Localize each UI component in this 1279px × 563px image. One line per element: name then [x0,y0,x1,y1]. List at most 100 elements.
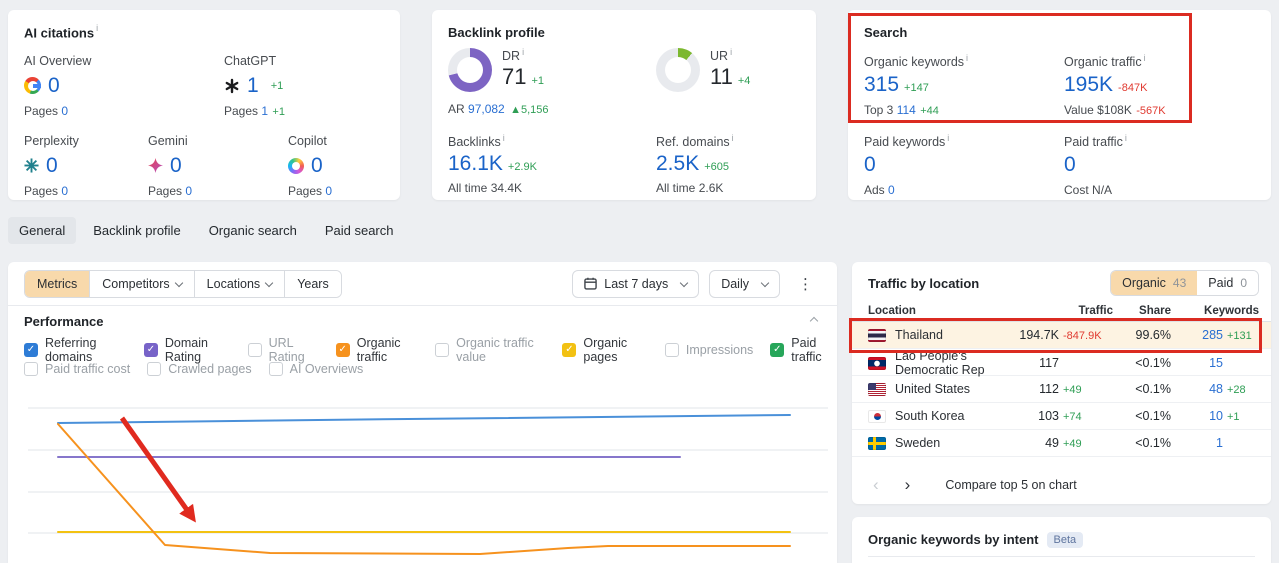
info-icon[interactable]: i [522,47,524,57]
ref-domains-value[interactable]: 2.5K [656,152,699,175]
metrics-button[interactable]: Metrics [25,270,90,297]
toggle-organic[interactable]: Organic 43 [1111,271,1198,295]
backlinks-delta: +2.9K [507,161,537,174]
stat-value[interactable]: 0 [46,154,58,177]
search-title: Search [864,25,908,40]
metric-checkbox-organic-pages[interactable]: ✓ Organic pages [562,336,648,364]
ur-donut-chart [656,48,700,92]
ref-domains-stat: Ref. domains i 2.5K +605 All time 2.6K [656,133,734,196]
next-page-button[interactable]: › [896,474,920,495]
top3-value[interactable]: 114 [897,103,916,117]
metric-checkbox-impressions[interactable]: Impressions [664,343,753,357]
tab-paid-search[interactable]: Paid search [314,217,405,244]
keywords-count[interactable]: 15 [1171,356,1223,370]
alltime-value: 34.4K [490,181,523,196]
table-row-united-states: United States 112 +49 <0.1% 48 +28 [852,376,1271,403]
toggle-paid[interactable]: Paid 0 [1197,271,1258,295]
info-icon[interactable]: i [966,53,968,63]
prev-page-button[interactable]: ‹ [864,474,888,495]
metric-checkbox-crawled-pages[interactable]: Crawled pages [147,362,252,376]
pages-label: Pages [224,104,259,119]
tab-general[interactable]: General [8,217,77,244]
metric-toggle-row-2: Paid traffic cost Crawled pages AI Overv… [24,362,363,376]
info-icon[interactable]: i [947,133,949,143]
copilot-icon [288,157,304,174]
ar-row: AR 97,082 ▲5,156 [448,102,548,116]
backlink-profile-title: Backlink profile [448,25,545,40]
keywords-count[interactable]: 10 [1171,409,1223,423]
info-icon[interactable]: i [96,23,98,33]
metric-checkbox-referring-domains[interactable]: ✓ Referring domains [24,336,127,364]
south-korea-flag-icon [868,409,886,423]
metric-checkbox-ai-overviews[interactable]: AI Overviews [268,362,363,376]
checkbox-icon [247,343,262,357]
ar-value[interactable]: 97,082 [468,102,505,116]
ads-value[interactable]: 0 [888,183,895,197]
keywords-count[interactable]: 1 [1171,436,1223,450]
backlink-profile-card: Backlink profile DR i 71 +1 AR 97,082 ▲5,1… [432,10,816,200]
granularity-dropdown[interactable]: Daily [709,269,780,298]
metric-checkbox-paid-traffic-cost[interactable]: Paid traffic cost [24,362,130,376]
pages-count[interactable]: 0 [61,184,68,198]
stat-value[interactable]: 0 [311,154,323,177]
stat-value[interactable]: 0 [48,74,60,97]
pages-count[interactable]: 1 [261,104,268,118]
backlinks-value[interactable]: 16.1K [448,152,503,175]
organic-traffic-stat: Organic traffic i 195K -847K Value $108K -… [1064,53,1166,118]
top3-delta: +44 [920,105,939,118]
tab-backlink-profile[interactable]: Backlink profile [82,217,191,244]
thailand-flag-icon [868,328,886,342]
compare-top5-button[interactable]: Compare top 5 on chart [945,478,1076,492]
paid-traffic-value[interactable]: 0 [1064,153,1076,176]
years-button[interactable]: Years [284,270,341,297]
pages-count[interactable]: 0 [61,104,68,118]
info-icon[interactable]: i [730,47,732,57]
pages-count[interactable]: 0 [325,184,332,198]
dr-donut-chart [448,48,492,92]
metric-checkbox-organic-traffic[interactable]: ✓ Organic traffic [335,336,418,364]
traffic-value: 112 [1039,382,1059,396]
keywords-count[interactable]: 285 [1171,328,1223,342]
stat-label: AI Overview [24,54,92,68]
location-name[interactable]: United States [895,382,970,396]
filter-row: Metrics Competitors Locations Years Last… [8,262,837,306]
section-tabbar: General Backlink profile Organic search … [8,217,405,244]
table-row-sweden: Sweden 49 +49 <0.1% 1 [852,430,1271,457]
info-icon[interactable]: i [1144,53,1146,63]
ar-label: AR [448,102,465,116]
stat-gemini: Gemini 0 Pages 0 [148,134,192,198]
metric-checkbox-domain-rating[interactable]: ✓ Domain Rating [143,336,231,364]
collapse-chevron-icon[interactable] [809,316,819,326]
location-name[interactable]: Thailand [895,328,943,342]
organic-keywords-label: Organic keywords [864,55,965,70]
table-row-south-korea: South Korea 103 +74 <0.1% 10 +1 [852,403,1271,430]
metric-checkbox-paid-traffic[interactable]: ✓ Paid traffic [770,336,837,364]
stat-value[interactable]: 0 [170,154,182,177]
locations-dropdown[interactable]: Locations [193,270,285,297]
traffic-value: 49 [1045,436,1059,450]
pages-count[interactable]: 0 [185,184,192,198]
dr-stat: DR i 71 +1 [448,48,544,92]
info-icon[interactable]: i [1125,133,1127,143]
paid-keywords-value[interactable]: 0 [864,153,876,176]
metric-checkbox-url-rating[interactable]: URL Rating [247,336,319,364]
checkbox-icon [147,362,162,376]
kebab-menu-icon[interactable]: ⋮ [790,271,821,297]
tab-organic-search[interactable]: Organic search [198,217,308,244]
keywords-count[interactable]: 48 [1171,382,1223,396]
competitors-dropdown[interactable]: Competitors [89,270,194,297]
date-range-dropdown[interactable]: Last 7 days [572,269,700,298]
chevron-down-icon [264,278,274,287]
metric-checkbox-organic-traffic-value[interactable]: Organic traffic value [435,336,545,364]
divider [868,556,1255,557]
checkbox-icon: ✓ [770,343,785,357]
organic-traffic-value[interactable]: 195K [1064,73,1113,96]
organic-keywords-value[interactable]: 315 [864,73,899,96]
checkbox-icon [664,343,679,357]
info-icon[interactable]: i [503,133,505,143]
location-name[interactable]: South Korea [895,409,965,423]
location-name[interactable]: Sweden [895,436,940,450]
location-name[interactable]: Lao People's Democratic Rep [895,349,995,377]
stat-value[interactable]: 1 [247,74,259,97]
info-icon[interactable]: i [732,133,734,143]
